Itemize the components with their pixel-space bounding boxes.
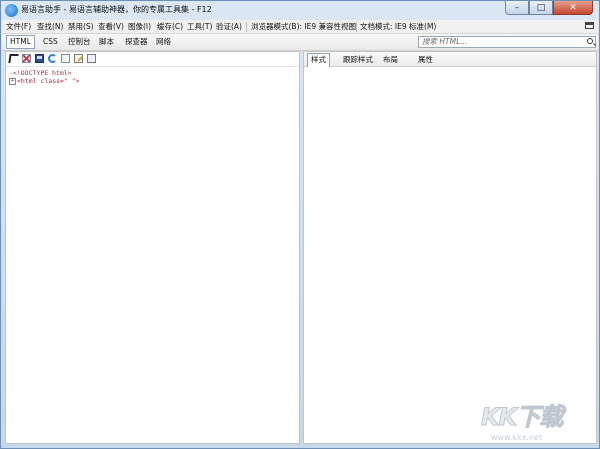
tab-script[interactable]: 脚本 bbox=[99, 36, 114, 48]
word-wrap-icon[interactable] bbox=[61, 54, 70, 63]
style-tab-bar: 样式 跟踪样式 布局 属性 bbox=[304, 52, 596, 67]
tab-network[interactable]: 网络 bbox=[156, 36, 171, 48]
menu-validate[interactable]: 验证(A) bbox=[216, 21, 242, 32]
title-bar[interactable]: 易语言助手 - 易语言辅助神器，你的专属工具集 - F12 – □ ✕ bbox=[1, 1, 599, 20]
unpin-icon[interactable] bbox=[585, 22, 594, 29]
menu-tools[interactable]: 工具(T) bbox=[187, 21, 212, 32]
tab-html[interactable]: HTML bbox=[6, 35, 35, 49]
watermark-logo: KK下载 www.kkx.net bbox=[477, 397, 597, 447]
menu-separator bbox=[356, 22, 357, 32]
menu-cache[interactable]: 缓存(C) bbox=[157, 21, 183, 32]
browser-mode-value: IE9 兼容性视图 bbox=[304, 22, 357, 31]
browser-mode-label: 浏览器模式(B): bbox=[251, 22, 303, 31]
tab-console[interactable]: 控制台 bbox=[68, 36, 91, 48]
watermark-url: www.kkx.net bbox=[491, 433, 543, 442]
menu-disable[interactable]: 禁用(S) bbox=[68, 21, 94, 32]
search-icon[interactable] bbox=[587, 38, 593, 44]
minimize-button[interactable]: – bbox=[505, 1, 529, 15]
tab-attributes[interactable]: 属性 bbox=[418, 54, 433, 65]
tab-style[interactable]: 样式 bbox=[307, 53, 330, 67]
tool-tab-bar: HTML CSS 控制台 脚本 探查器 网络 搜索 HTML... bbox=[2, 34, 598, 51]
tab-css[interactable]: CSS bbox=[43, 36, 58, 48]
window-controls: – □ ✕ bbox=[505, 1, 593, 16]
document-mode-menu[interactable]: 文档模式: IE9 标准(M) bbox=[360, 21, 436, 32]
document-mode-label: 文档模式: bbox=[360, 22, 393, 31]
tab-profiler[interactable]: 探查器 bbox=[125, 36, 148, 48]
html-toolbar bbox=[6, 52, 299, 67]
tab-trace-styles[interactable]: 跟踪样式 bbox=[343, 54, 373, 65]
document-mode-value: IE9 标准(M) bbox=[394, 22, 437, 31]
tab-layout[interactable]: 布局 bbox=[383, 54, 398, 65]
close-button[interactable]: ✕ bbox=[553, 1, 593, 15]
refresh-icon[interactable] bbox=[48, 54, 57, 63]
tree-node-html[interactable]: + <html class=" "> bbox=[9, 77, 80, 85]
search-placeholder: 搜索 HTML... bbox=[422, 37, 468, 46]
browser-mode-menu[interactable]: 浏览器模式(B): IE9 兼容性视图 bbox=[251, 21, 356, 32]
edit-icon[interactable] bbox=[74, 54, 83, 63]
select-element-icon[interactable] bbox=[8, 54, 19, 63]
menu-bar: 文件(F) 查找(N) 禁用(S) 查看(V) 图像(I) 缓存(C) 工具(T… bbox=[2, 20, 598, 34]
menu-find[interactable]: 查找(N) bbox=[37, 21, 63, 32]
tree-node-text: <html class=" "> bbox=[17, 77, 80, 85]
app-window: 易语言助手 - 易语言辅助神器，你的专属工具集 - F12 – □ ✕ 文件(F… bbox=[0, 0, 600, 449]
expand-node-icon[interactable]: + bbox=[9, 77, 16, 85]
clear-browser-cache-icon[interactable] bbox=[22, 54, 31, 63]
menu-separator bbox=[246, 22, 247, 32]
menu-view[interactable]: 查看(V) bbox=[98, 21, 124, 32]
html-tree-pane[interactable]: -<!DOCTYPE html> + <html class=" "> bbox=[5, 51, 300, 444]
menu-images[interactable]: 图像(I) bbox=[128, 21, 151, 32]
watermark-text: KK下载 bbox=[480, 403, 563, 432]
window-title: 易语言助手 - 易语言辅助神器，你的专属工具集 - F12 bbox=[21, 5, 212, 14]
dom-view-icon[interactable] bbox=[87, 54, 96, 63]
save-icon[interactable] bbox=[35, 54, 44, 63]
maximize-button[interactable]: □ bbox=[529, 1, 553, 15]
tree-node-text: <!DOCTYPE html> bbox=[12, 69, 72, 77]
menu-file[interactable]: 文件(F) bbox=[6, 21, 31, 32]
style-pane[interactable]: 样式 跟踪样式 布局 属性 bbox=[303, 51, 597, 444]
search-html-input[interactable]: 搜索 HTML... bbox=[418, 36, 596, 48]
tree-node-doctype[interactable]: -<!DOCTYPE html> bbox=[9, 69, 72, 77]
app-logo-icon bbox=[5, 4, 18, 17]
